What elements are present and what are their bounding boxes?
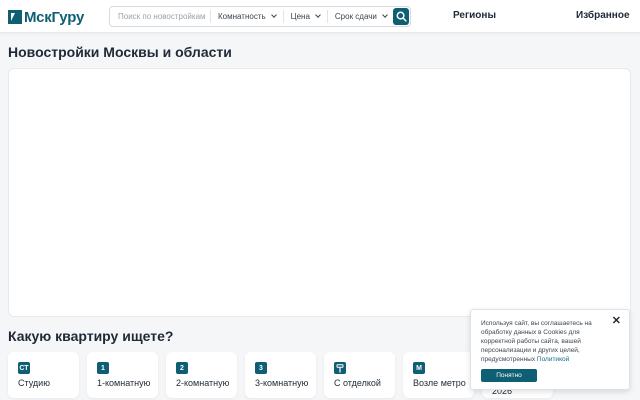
search-bar: Комнатность Цена Срок сдачи [109, 6, 411, 27]
nav-regions-link[interactable]: Регионы [453, 10, 496, 21]
card-label: С отделкой [334, 378, 381, 388]
card-1-room[interactable]: 1 1-комнатную [87, 352, 158, 398]
cookie-banner: Используя сайт, вы соглашаетесь на обраб… [470, 309, 630, 390]
card-label: 3-комнатную [255, 378, 309, 388]
three-room-badge: 3 [255, 362, 267, 374]
price-filter-dropdown[interactable]: Цена [284, 7, 327, 26]
rooms-filter-dropdown[interactable]: Комнатность [211, 7, 283, 26]
paint-roller-icon [334, 362, 346, 374]
card-label: 1-комнатную [97, 378, 151, 388]
deadline-filter-label: Срок сдачи [334, 12, 377, 21]
card-label: Студию [18, 378, 50, 388]
logo[interactable]: МскГуру [8, 8, 84, 26]
section-title: Какую квартиру ищете? [8, 328, 174, 344]
search-icon [396, 11, 407, 22]
logo-text: МскГуру [24, 8, 85, 26]
two-room-badge: 2 [176, 362, 188, 374]
card-3-room[interactable]: 3 3-комнатную [245, 352, 316, 398]
privacy-policy-link[interactable]: Политикой [537, 356, 569, 363]
cookie-text: Используя сайт, вы соглашаетесь на обраб… [481, 319, 613, 364]
studio-badge: СТ [18, 362, 30, 374]
site-header: МскГуру Комнатность Цена Срок сдачи Реги… [0, 0, 640, 33]
nav-favorites-link[interactable]: Избранное [576, 10, 630, 21]
rooms-filter-label: Комнатность [218, 12, 266, 21]
one-room-badge: 1 [97, 362, 109, 374]
card-label: 2-комнатную [176, 378, 230, 388]
chevron-down-icon [270, 12, 277, 18]
chevron-down-icon [315, 12, 321, 18]
logo-mark-icon [8, 10, 22, 24]
card-finishing[interactable]: С отделкой [324, 352, 395, 398]
metro-badge: М [413, 362, 425, 374]
map-container[interactable] [8, 68, 631, 317]
card-2-room[interactable]: 2 2-комнатную [166, 352, 237, 398]
card-label: Возле метро [413, 378, 466, 388]
search-button[interactable] [393, 8, 409, 25]
card-studio[interactable]: СТ Студию [8, 352, 79, 398]
deadline-filter-dropdown[interactable]: Срок сдачи [328, 7, 394, 26]
search-input[interactable] [110, 7, 210, 26]
cookie-accept-button[interactable]: Понятно [481, 369, 537, 382]
price-filter-label: Цена [290, 12, 310, 21]
card-near-metro[interactable]: М Возле метро [403, 352, 474, 398]
close-icon[interactable]: ✕ [612, 316, 621, 327]
page-title: Новостройки Москвы и области [8, 44, 232, 60]
chevron-down-icon [382, 12, 388, 18]
